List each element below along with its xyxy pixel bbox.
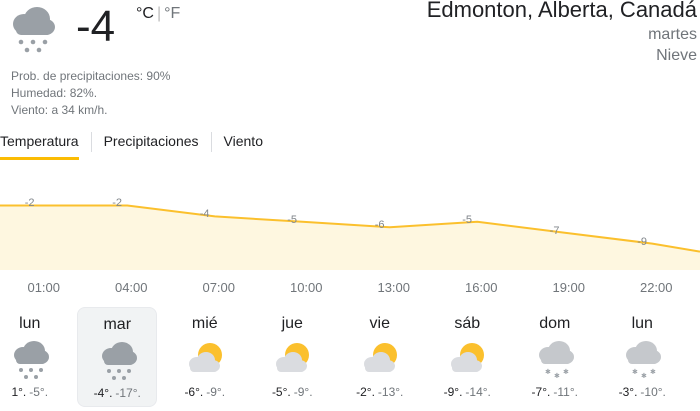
svg-text:✱: ✱ — [641, 372, 647, 379]
partly-cloudy-icon — [363, 343, 397, 372]
day-low-temp: -9°. — [293, 385, 313, 399]
tab-divider — [90, 132, 92, 152]
wind: Viento: a 34 km/h. — [11, 103, 108, 117]
chart-tabs: Temperatura Precipitaciones Viento — [0, 130, 263, 160]
hour-axis: 01:00 04:00 07:00 10:00 13:00 16:00 19:00 22:00 — [0, 280, 700, 300]
day-card-5[interactable]: sáb -9°. -14°. — [427, 307, 507, 407]
day-high-temp: 1°. — [11, 385, 27, 399]
svg-text:✱: ✱ — [563, 368, 569, 376]
day-temps: 1°. -5°. — [0, 385, 70, 399]
fahrenheit-button[interactable]: °F — [164, 5, 180, 22]
temperature-data-label: -6 — [374, 219, 385, 232]
day-low-temp: -14°. — [465, 385, 491, 399]
day-high-temp: -5°. — [271, 385, 291, 399]
tab-precipitaciones[interactable]: Precipitaciones — [104, 130, 199, 152]
day-name: mié — [191, 315, 218, 332]
day-temps: -2°. -13°. — [340, 385, 420, 399]
day-low-temp: -11°. — [553, 385, 578, 399]
unit-toggle: °C | °F — [136, 5, 180, 23]
day-card-4[interactable]: vie -2°. -13°. — [340, 307, 420, 407]
day-high-temp: -7°. — [531, 385, 551, 399]
current-day: martes — [648, 26, 697, 43]
location-block: Edmonton, Alberta, Canadá martes Nieve — [427, 0, 697, 66]
day-name: jue — [281, 315, 303, 332]
temperature-data-label: -2 — [112, 197, 123, 210]
weather-details: Prob. de precipitaciones: 90% Humedad: 8… — [11, 68, 170, 119]
temperature-data-label: -5 — [287, 213, 298, 226]
hour-tick-label: 04:00 — [114, 280, 148, 295]
hour-tick-label: 22:00 — [639, 280, 673, 295]
hour-tick-label: 10:00 — [289, 280, 323, 295]
svg-text:✱: ✱ — [545, 368, 551, 376]
day-temps: -7°. -11°. — [515, 385, 595, 399]
hour-tick-label: 16:00 — [464, 280, 498, 295]
day-low-temp: -9°. — [206, 385, 226, 399]
svg-text:✱: ✱ — [554, 372, 560, 379]
day-low-temp: -17°. — [115, 386, 141, 400]
day-name: sáb — [454, 315, 481, 332]
tab-temperatura[interactable]: Temperatura — [0, 130, 79, 160]
day-temps: -3°. -10°. — [602, 385, 682, 399]
day-card-7[interactable]: lun ✱ ✱ ✱ -3°. -10°. — [602, 307, 682, 407]
location-title: Edmonton, Alberta, Canadá — [426, 0, 697, 22]
day-low-temp: -10°. — [640, 385, 666, 399]
temperature-data-label: -7 — [549, 224, 560, 237]
current-temperature: -4 — [76, 2, 116, 51]
tab-viento[interactable]: Viento — [224, 130, 263, 152]
temperature-data-label: -2 — [24, 197, 35, 210]
day-temps: -5°. -9°. — [252, 385, 332, 399]
day-name: lun — [631, 315, 653, 332]
precipitation-probability: Prob. de precipitaciones: 90% — [11, 69, 171, 83]
day-low-temp: -5°. — [29, 385, 49, 399]
tab-divider — [210, 132, 212, 152]
day-card-1[interactable]: mar -4°. -17°. — [77, 307, 158, 407]
hour-tick-label: 07:00 — [202, 280, 236, 295]
temperature-data-label: -5 — [462, 213, 473, 226]
light-snow-icon: ✱ ✱ ✱ — [626, 341, 662, 379]
day-high-temp: -9°. — [443, 385, 463, 399]
day-high-temp: -2°. — [356, 385, 375, 399]
svg-text:✱: ✱ — [650, 368, 656, 376]
temperature-chart-labels: -2 -2 -4 -5 -6 -5 -7 -9 — [0, 178, 700, 247]
day-temps: -4°. -17°. — [78, 386, 156, 400]
day-name: vie — [369, 315, 390, 332]
daily-forecast: lun 1°. -5°. mar -4°. -17°. mié -6°. -9°. jue -5°.… — [0, 305, 700, 411]
celsius-button[interactable]: °C — [136, 5, 154, 22]
partly-cloudy-icon — [276, 343, 310, 372]
partly-cloudy-icon — [188, 343, 222, 372]
day-temps: -9°. -14°. — [427, 385, 507, 399]
day-high-temp: -4°. — [93, 386, 113, 400]
day-card-0[interactable]: lun 1°. -5°. — [0, 307, 70, 407]
hour-tick-label: 01:00 — [27, 280, 61, 295]
day-temps: -6°. -9°. — [165, 385, 245, 399]
temperature-data-label: -9 — [637, 235, 648, 248]
temperature-data-label: -4 — [199, 208, 210, 221]
svg-text:✱: ✱ — [632, 368, 638, 376]
day-name: lun — [19, 315, 41, 332]
hour-tick-label: 13:00 — [377, 280, 411, 295]
current-condition: Nieve — [656, 47, 697, 64]
day-high-temp: -3°. — [618, 385, 638, 399]
partly-cloudy-icon — [451, 343, 485, 372]
light-snow-icon: ✱ ✱ ✱ — [538, 341, 574, 379]
day-card-3[interactable]: jue -5°. -9°. — [252, 307, 332, 407]
day-name: mar — [103, 316, 132, 333]
snow-icon — [13, 341, 49, 379]
current-weather: -4 °C | °F Prob. de precipitaciones: 90% H… — [0, 0, 700, 125]
snow-icon — [102, 342, 138, 380]
snow-cloud-icon — [13, 7, 55, 53]
day-name: dom — [539, 315, 571, 332]
unit-separator: | — [156, 5, 162, 22]
humidity: Humedad: 82%. — [11, 86, 98, 100]
day-high-temp: -6°. — [184, 385, 204, 399]
day-card-6[interactable]: dom ✱ ✱ ✱ -7°. -11°. — [515, 307, 595, 407]
day-low-temp: -13°. — [377, 385, 404, 399]
hour-tick-label: 19:00 — [552, 280, 586, 295]
day-card-2[interactable]: mié -6°. -9°. — [165, 307, 245, 407]
